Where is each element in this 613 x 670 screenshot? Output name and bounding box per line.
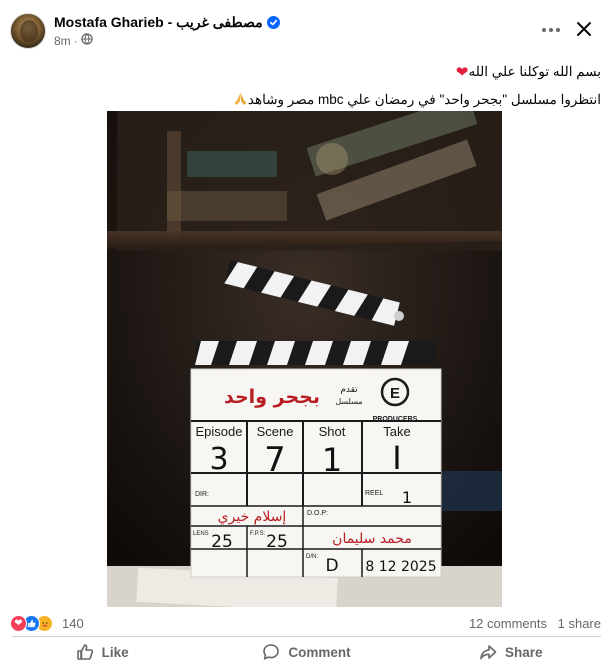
globe-icon (81, 33, 93, 48)
dop-label: D.O.P: (307, 510, 328, 517)
shares-count[interactable]: 1 share (558, 616, 601, 631)
logo-letter: E (390, 385, 400, 402)
shot-label: Shot (319, 424, 346, 439)
post-actions: Like Comment Share (0, 637, 613, 667)
take-value: I (392, 439, 401, 477)
share-icon (479, 643, 497, 661)
fps-label: F.P.S: (250, 531, 266, 537)
trophy (316, 143, 348, 175)
caption-line-1: بسم الله توكلنا علي الله ❤ (21, 58, 601, 86)
author-row: Mostafa Gharieb - مصطفى غريب (54, 14, 280, 31)
heart-icon: ❤ (455, 63, 469, 81)
fps-value: 25 (266, 532, 288, 552)
like-icon (76, 643, 94, 661)
facebook-post: Mostafa Gharieb - مصطفى غريب 8m · بسم ال… (0, 0, 613, 670)
book (187, 151, 277, 177)
scene-value: 7 (264, 440, 286, 480)
caption-text-2: انتظروا مسلسل "بجحر واحد" في رمضان علي m… (247, 92, 601, 108)
caption-text-1: بسم الله توكلنا علي الله (468, 64, 601, 80)
post-time[interactable]: 8m (54, 34, 71, 48)
caption-line-2: انتظروا مسلسل "بجحر واحد" في رمضان علي m… (21, 86, 601, 114)
book (442, 471, 502, 511)
comment-label: Comment (288, 644, 351, 660)
clapperboard-photo: E PRODUCERS تقدم مسلسل بجحر واحد Episode… (107, 111, 502, 607)
like-label: Like (101, 644, 129, 660)
post-caption: بسم الله توكلنا علي الله ❤ انتظروا مسلسل… (21, 58, 601, 114)
lens-label: LENS (193, 531, 209, 537)
director-value: إسلام خيري (218, 509, 287, 525)
episode-value: 3 (209, 442, 228, 477)
pray-icon (233, 92, 248, 108)
close-icon[interactable] (570, 15, 598, 43)
dn-label: D/N: (306, 554, 318, 560)
post-meta: 8m · (54, 33, 93, 48)
date-value: 8 12 2025 (365, 559, 436, 575)
dop-value: محمد سليمان (332, 531, 412, 547)
share-label: Share (505, 644, 543, 660)
hinge (394, 311, 404, 321)
reaction-count[interactable]: 140 (62, 616, 84, 631)
comment-button[interactable]: Comment (204, 637, 408, 667)
book (167, 191, 287, 221)
post-image[interactable]: E PRODUCERS تقدم مسلسل بجحر واحد Episode… (107, 111, 502, 607)
comment-icon (262, 643, 280, 661)
shot-value: 1 (322, 441, 342, 479)
reel-label: REEL (365, 490, 383, 497)
dir-label: DIR: (195, 491, 209, 498)
presents-label: تقدم (340, 385, 358, 395)
like-button[interactable]: Like (0, 637, 204, 667)
take-label: Take (383, 424, 410, 439)
verified-icon (266, 16, 280, 29)
avatar[interactable] (10, 13, 46, 49)
meta-separator: · (73, 33, 78, 48)
more-icon[interactable] (538, 18, 564, 42)
reaction-icons[interactable]: ❤ (10, 615, 53, 632)
dn-value: D (325, 556, 338, 576)
reel-value: 1 (402, 488, 412, 507)
series-title: بجحر واحد (224, 386, 320, 408)
scene-label: Scene (257, 424, 294, 439)
comments-count[interactable]: 12 comments (469, 616, 547, 631)
author-name[interactable]: Mostafa Gharieb - مصطفى غريب (54, 14, 263, 31)
episode-label: Episode (196, 424, 243, 439)
book (167, 131, 181, 241)
love-reaction-icon: ❤ (10, 615, 27, 632)
post-header: Mostafa Gharieb - مصطفى غريب 8m · (0, 0, 613, 60)
lens-value: 25 (211, 532, 233, 552)
presents-label-2: مسلسل (335, 397, 362, 406)
share-button[interactable]: Share (409, 637, 613, 667)
reactions-summary: ❤ 140 12 comments 1 share (0, 612, 613, 636)
